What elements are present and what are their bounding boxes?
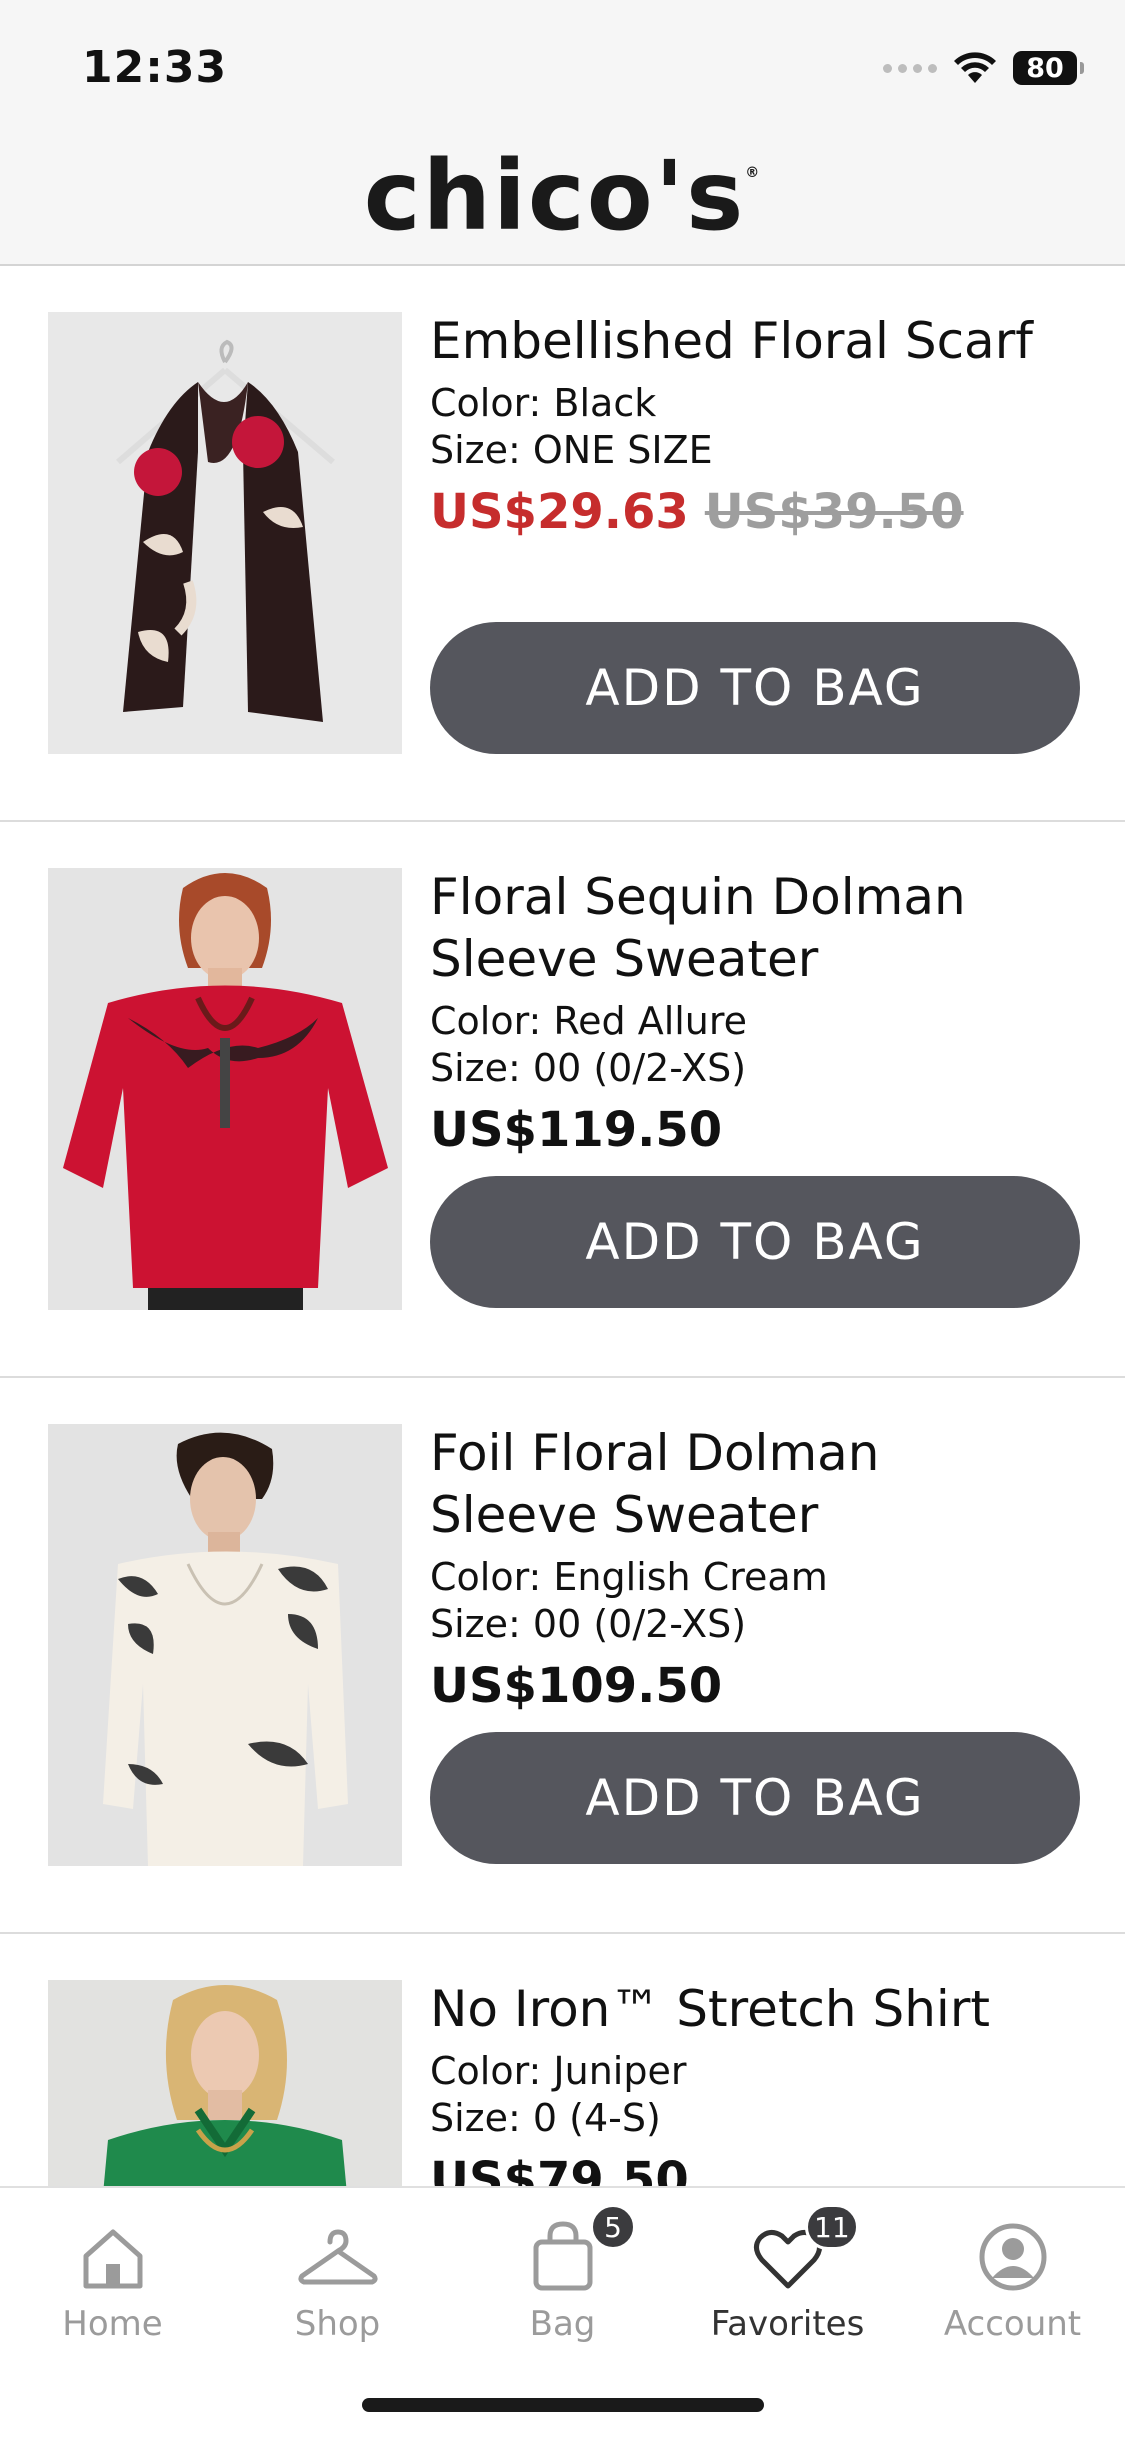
list-item: Floral Sequin Dolman Sleeve Sweater Colo… <box>0 822 1125 1378</box>
product-title-line: Foil Floral Dolman <box>430 1424 880 1482</box>
tab-label: Favorites <box>710 2304 865 2344</box>
product-price: US$109.50 <box>430 1658 723 1714</box>
add-to-bag-button[interactable]: ADD TO BAG <box>430 622 1080 754</box>
product-title[interactable]: No Iron™ Stretch Shirt <box>430 1978 1080 2040</box>
product-color: Color: Black <box>430 381 657 425</box>
tab-label: Bag <box>529 2304 596 2344</box>
add-to-bag-button[interactable]: ADD TO BAG <box>430 1732 1080 1864</box>
favorites-count-badge: 11 <box>805 2204 859 2250</box>
brand-logo: chico's® <box>363 140 762 252</box>
wifi-icon <box>954 52 996 83</box>
tab-label: Home <box>62 2304 163 2344</box>
list-item: Foil Floral Dolman Sleeve Sweater Color:… <box>0 1378 1125 1934</box>
sale-price: US$29.63 <box>430 484 689 540</box>
product-title[interactable]: Embellished Floral Scarf <box>430 310 1080 372</box>
product-price: US$79.50 <box>430 2152 689 2186</box>
product-color: Color: Juniper <box>430 2049 687 2093</box>
home-icon <box>83 2229 142 2289</box>
tab-account[interactable]: Account <box>900 2208 1125 2344</box>
product-title-line: Sleeve Sweater <box>430 930 819 988</box>
tab-label: Account <box>943 2304 1082 2344</box>
account-icon <box>979 2223 1046 2291</box>
product-size: Size: 00 (0/2-XS) <box>430 1602 747 1646</box>
product-size: Size: 00 (0/2-XS) <box>430 1046 747 1090</box>
product-color: Color: English Cream <box>430 1555 828 1599</box>
product-image-green-shirt[interactable] <box>48 1980 402 2186</box>
app-header: 12:33 80 chico's® <box>0 0 1125 266</box>
price-row: US$79.50 <box>430 2152 1080 2186</box>
product-color: Color: Red Allure <box>430 999 748 1043</box>
price-row: US$119.50 <box>430 1102 1080 1158</box>
tab-home[interactable]: Home <box>0 2208 225 2344</box>
tab-bag[interactable]: 5 Bag <box>450 2204 675 2344</box>
cellular-signal-icon <box>883 63 937 73</box>
product-price: US$119.50 <box>430 1102 723 1158</box>
product-size: Size: ONE SIZE <box>430 428 713 472</box>
add-to-bag-button[interactable]: ADD TO BAG <box>430 1176 1080 1308</box>
product-info: Embellished Floral Scarf Color: Black Si… <box>430 310 1080 540</box>
status-time: 12:33 <box>82 42 228 93</box>
product-image-scarf[interactable] <box>48 312 402 754</box>
product-title-line: Sleeve Sweater <box>430 1486 819 1544</box>
tab-shop[interactable]: Shop <box>225 2208 450 2344</box>
product-title[interactable]: Floral Sequin Dolman Sleeve Sweater <box>430 866 1080 990</box>
status-icons: 80 <box>883 46 1084 90</box>
product-image-red-sweater[interactable] <box>48 868 402 1310</box>
product-title[interactable]: Foil Floral Dolman Sleeve Sweater <box>430 1422 1080 1546</box>
price-row: US$109.50 <box>430 1658 1080 1714</box>
list-item: No Iron™ Stretch Shirt Color: Juniper Si… <box>0 1934 1125 2186</box>
product-title-line: Floral Sequin Dolman <box>430 868 966 926</box>
product-info: Foil Floral Dolman Sleeve Sweater Color:… <box>430 1422 1080 1714</box>
hanger-icon <box>297 2229 378 2285</box>
list-item: Embellished Floral Scarf Color: Black Si… <box>0 266 1125 822</box>
home-indicator[interactable] <box>362 2398 764 2412</box>
shopping-bag-icon <box>533 2221 592 2291</box>
product-info: No Iron™ Stretch Shirt Color: Juniper Si… <box>430 1978 1080 2186</box>
product-info: Floral Sequin Dolman Sleeve Sweater Colo… <box>430 866 1080 1158</box>
bag-count-badge: 5 <box>590 2204 636 2250</box>
battery-icon: 80 <box>1013 51 1084 85</box>
tab-favorites[interactable]: 11 Favorites <box>675 2204 900 2344</box>
original-price: US$39.50 <box>704 484 964 540</box>
product-image-cream-sweater[interactable] <box>48 1424 402 1866</box>
favorites-list[interactable]: Embellished Floral Scarf Color: Black Si… <box>0 266 1125 2186</box>
price-row: US$29.63 US$39.50 <box>430 484 1080 540</box>
product-size: Size: 0 (4-S) <box>430 2096 661 2140</box>
tab-label: Shop <box>294 2304 381 2344</box>
